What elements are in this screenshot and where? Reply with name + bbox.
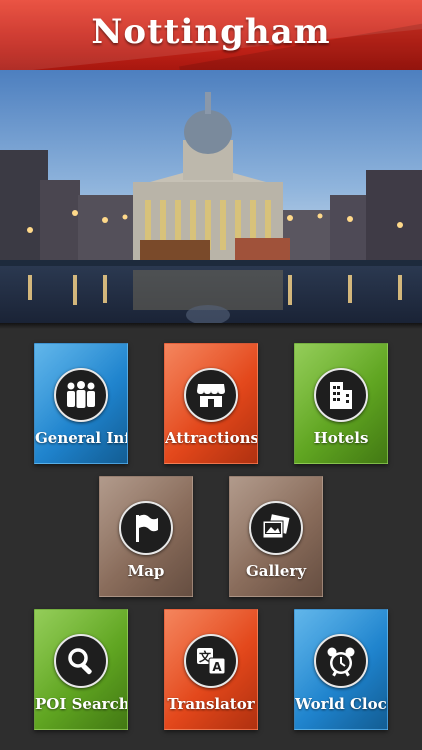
flag-icon — [119, 501, 173, 555]
hero-divider — [0, 323, 422, 329]
hotels-button[interactable]: Hotels — [294, 343, 388, 464]
gallery-button[interactable]: Gallery — [229, 476, 323, 597]
world-clock-label: World Clock — [295, 695, 388, 713]
building-icon — [314, 368, 368, 422]
general-info-button[interactable]: General Info — [34, 343, 128, 464]
world-clock-button[interactable]: World Clock — [294, 609, 388, 730]
photos-icon — [249, 501, 303, 555]
translate-icon: 文 A — [184, 634, 238, 688]
svg-text:A: A — [212, 660, 222, 674]
gallery-label: Gallery — [245, 562, 307, 580]
attractions-button[interactable]: Attractions — [164, 343, 258, 464]
translator-button[interactable]: 文 A Translator — [164, 609, 258, 730]
app-title: Nottingham — [91, 12, 331, 52]
hero-image — [0, 70, 422, 323]
magnifier-icon — [54, 634, 108, 688]
attractions-label: Attractions — [165, 429, 258, 447]
map-label: Map — [127, 562, 165, 580]
map-button[interactable]: Map — [99, 476, 193, 597]
general-info-label: General Info — [35, 429, 127, 447]
poi-search-label: POI Search — [35, 695, 128, 713]
hotels-label: Hotels — [313, 429, 369, 447]
poi-search-button[interactable]: POI Search — [34, 609, 128, 730]
alarm-clock-icon — [314, 634, 368, 688]
store-icon — [184, 368, 238, 422]
people-icon — [54, 368, 108, 422]
app-header: Nottingham — [0, 0, 422, 70]
translator-label: Translator — [167, 695, 255, 713]
